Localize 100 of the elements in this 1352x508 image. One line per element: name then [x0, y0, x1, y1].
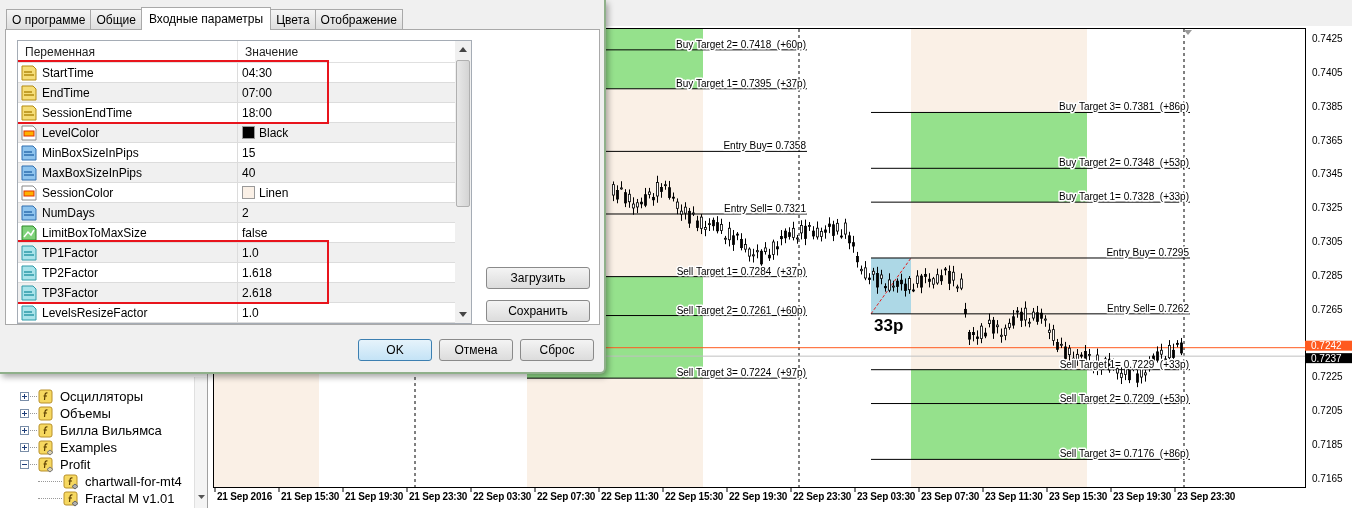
- price-axis-label: 0.7325: [1312, 202, 1343, 214]
- scrollbar[interactable]: [194, 377, 207, 508]
- parameter-value[interactable]: 2: [242, 205, 249, 220]
- parameter-name: EndTime: [42, 85, 90, 100]
- scroll-down-icon[interactable]: [196, 494, 206, 500]
- time-axis-label: 21 Sep 2016: [217, 491, 273, 502]
- level-label: Sell Target 3= 0.7176 (+86p): [1059, 448, 1189, 460]
- shift-marker-icon[interactable]: [1184, 30, 1192, 35]
- parameter-value[interactable]: 18:00: [242, 105, 273, 120]
- parameter-name: TP3Factor: [42, 285, 98, 300]
- time-axis-label: 21 Sep 15:30: [281, 491, 340, 502]
- expand-icon[interactable]: [20, 409, 29, 418]
- int-type-icon: [21, 164, 37, 181]
- price-axis-label: 0.7205: [1312, 405, 1343, 417]
- parameter-value[interactable]: false: [242, 225, 268, 240]
- parameter-value[interactable]: 15: [242, 145, 256, 160]
- tab[interactable]: Цвета: [270, 9, 316, 29]
- double-type-icon: [21, 304, 37, 321]
- price-axis-label: 0.7425: [1312, 33, 1343, 44]
- tree-item[interactable]: Объемы: [60, 406, 111, 421]
- parameter-value[interactable]: Black: [259, 125, 289, 140]
- price-axis-label: 0.7365: [1312, 134, 1343, 146]
- parameter-name: MaxBoxSizeInPips: [42, 165, 143, 180]
- dialog-button[interactable]: OK: [358, 339, 432, 361]
- level-label: Buy Target 1= 0.7395 (+37p): [676, 77, 806, 89]
- parameter-value[interactable]: 07:00: [242, 85, 273, 100]
- string-type-icon: [21, 64, 37, 81]
- indicator-folder-icon: [38, 422, 54, 439]
- tree-item[interactable]: Осцилляторы: [60, 389, 144, 404]
- tree-item[interactable]: Profit: [60, 457, 91, 472]
- tree-item[interactable]: Examples: [60, 440, 118, 455]
- parameter-value[interactable]: 2.618: [242, 285, 273, 300]
- tab[interactable]: О программе: [6, 9, 92, 29]
- time-axis-label: 22 Sep 03:30: [473, 491, 532, 502]
- range-label: 33p: [874, 316, 904, 335]
- indicator-folder-icon: [38, 439, 54, 456]
- scrollbar[interactable]: [455, 41, 471, 323]
- level-label: Entry Buy= 0.7295: [1106, 247, 1189, 258]
- time-axis-label: 23 Sep 15:30: [1049, 491, 1108, 502]
- string-type-icon: [21, 104, 37, 121]
- level-label: Buy Target 2= 0.7418 (+60p): [676, 38, 806, 50]
- parameter-name: MinBoxSizeInPips: [42, 145, 139, 160]
- level-label: Buy Target 2= 0.7348 (+53p): [1059, 157, 1189, 169]
- time-axis-label: 22 Sep 19:30: [729, 491, 788, 502]
- time-axis-label: 23 Sep 11:30: [985, 491, 1043, 502]
- double-type-icon: [21, 264, 37, 281]
- tab[interactable]: Отображение: [314, 9, 403, 29]
- side-button[interactable]: Загрузить: [486, 267, 590, 289]
- indicator-icon: [63, 473, 79, 490]
- column-header[interactable]: Значение: [237, 41, 299, 62]
- price-axis-label: 0.7265: [1312, 303, 1343, 315]
- parameter-value[interactable]: 40: [242, 165, 256, 180]
- parameter-name: NumDays: [42, 205, 95, 220]
- parameter-value[interactable]: Linen: [259, 185, 289, 200]
- color-type-icon: [21, 124, 37, 141]
- tree-item[interactable]: chartwall-for-mt4: [85, 474, 182, 489]
- parameter-value[interactable]: 1.0: [242, 245, 259, 260]
- tree-item[interactable]: Fractal M v1.01: [85, 491, 175, 506]
- level-label: Sell Target 2= 0.7261 (+60p): [676, 304, 806, 316]
- price-tag: 0.7237: [1305, 352, 1352, 364]
- parameter-name: TP2Factor: [42, 265, 98, 280]
- time-axis-label: 23 Sep 03:30: [857, 491, 916, 502]
- price-axis-label: 0.7345: [1312, 168, 1343, 180]
- tree-item[interactable]: Билла Вильямса: [60, 423, 162, 438]
- price-axis-label: 0.7185: [1312, 439, 1343, 451]
- price-axis-label: 0.7225: [1312, 371, 1343, 383]
- indicator-folder-icon: [38, 456, 54, 473]
- int-type-icon: [21, 204, 37, 221]
- tab[interactable]: Входные параметры: [140, 7, 272, 30]
- time-axis-label: 22 Sep 07:30: [537, 491, 596, 502]
- parameter-name: LevelsResizeFactor: [42, 305, 148, 320]
- parameter-name: LevelColor: [42, 125, 100, 140]
- parameter-name: LimitBoxToMaxSize: [42, 225, 147, 240]
- double-type-icon: [21, 244, 37, 261]
- parameter-value[interactable]: 04:30: [242, 65, 273, 80]
- tab[interactable]: Общие: [90, 9, 142, 29]
- parameter-name: SessionEndTime: [42, 105, 133, 120]
- dialog-button[interactable]: Отмена: [439, 339, 513, 361]
- level-label: Sell Target 2= 0.7209 (+53p): [1059, 392, 1189, 404]
- time-axis-label: 23 Sep 07:30: [921, 491, 980, 502]
- int-type-icon: [21, 144, 37, 161]
- parameter-name: SessionColor: [42, 185, 114, 200]
- collapse-icon[interactable]: [20, 460, 29, 469]
- indicator-folder-icon: [38, 405, 54, 422]
- level-label: Buy Target 1= 0.7328 (+33p): [1059, 191, 1189, 203]
- expand-icon[interactable]: [20, 443, 29, 452]
- column-header[interactable]: Переменная: [18, 41, 237, 62]
- scroll-down-icon[interactable]: [459, 312, 467, 317]
- expand-icon[interactable]: [20, 426, 29, 435]
- parameter-value[interactable]: 1.0: [242, 305, 259, 320]
- dialog-button[interactable]: Сброс: [520, 339, 594, 361]
- scroll-up-icon[interactable]: [459, 47, 467, 52]
- level-label: Entry Sell= 0.7321: [724, 203, 806, 214]
- time-axis-label: 22 Sep 23:30: [793, 491, 852, 502]
- level-label: Sell Target 3= 0.7224 (+97p): [676, 367, 806, 379]
- price-axis-label: 0.7305: [1312, 236, 1343, 248]
- parameter-name: TP1Factor: [42, 245, 98, 260]
- side-button[interactable]: Сохранить: [486, 300, 590, 322]
- parameter-value[interactable]: 1.618: [242, 265, 273, 280]
- expand-icon[interactable]: [20, 392, 29, 401]
